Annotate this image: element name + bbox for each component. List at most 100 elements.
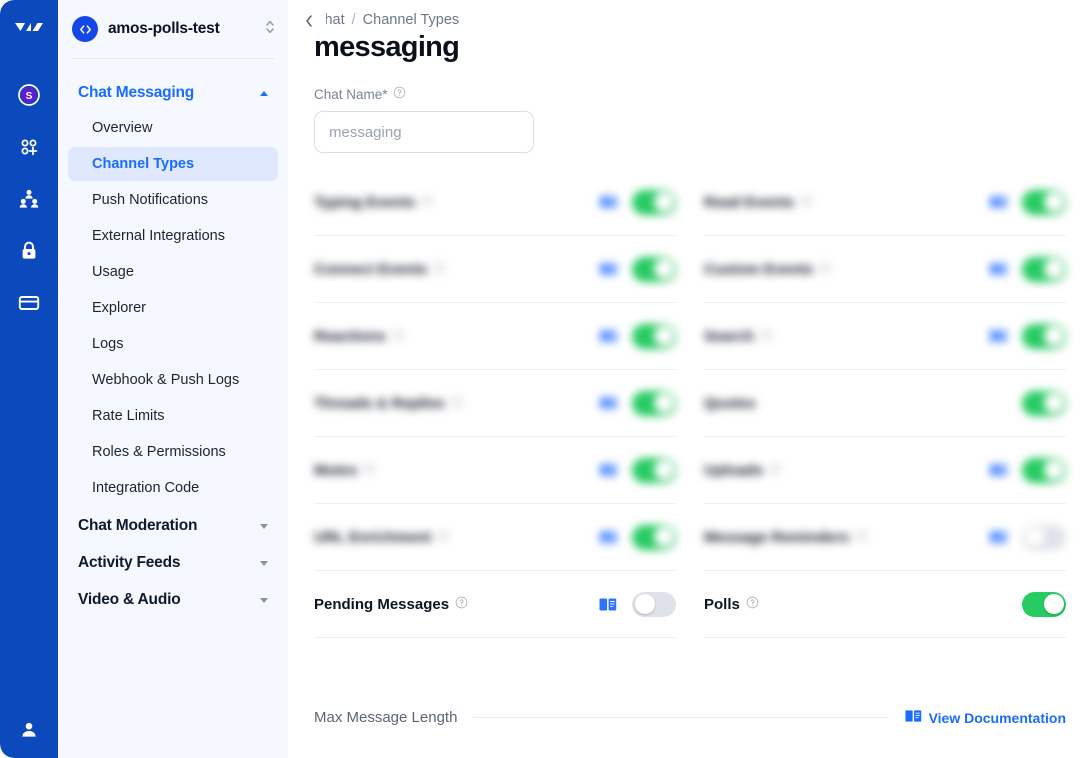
help-circle-icon[interactable] [437,529,449,546]
sidebar-item-roles-permissions[interactable]: Roles & Permissions [68,435,278,469]
setting-toggle[interactable] [632,591,676,617]
setting-label-text: Polls [704,595,740,613]
docs-book-icon[interactable] [598,597,618,612]
setting-toggle[interactable] [1022,189,1066,215]
setting-label: Read Events [704,194,988,211]
docs-book-icon[interactable] [598,463,618,477]
help-circle-icon[interactable] [455,596,468,613]
help-circle-icon[interactable] [392,328,404,345]
docs-book-icon[interactable] [988,262,1008,276]
credit-card-icon[interactable] [14,288,44,318]
sidebar-group-chat-messaging[interactable]: Chat Messaging [68,77,278,109]
setting-row-threads-replies[interactable]: Threads & Replies [314,370,676,437]
setting-toggle[interactable] [632,524,676,550]
sidebar-group-chat-moderation[interactable]: Chat Moderation [68,510,278,542]
user-avatar-icon[interactable] [14,714,44,744]
sidebar-group-label: Chat Messaging [78,84,195,101]
sidebar-item-integration-code[interactable]: Integration Code [68,471,278,505]
help-circle-icon[interactable] [800,194,812,211]
sidebar-item-external-integrations[interactable]: External Integrations [68,219,278,253]
setting-row-typing-events[interactable]: Typing Events [314,169,676,236]
page-title: messaging [314,31,460,63]
max-message-length-label: Max Message Length [314,709,458,726]
setting-row-pending-messages[interactable]: Pending Messages [314,571,676,638]
stream-logo-icon[interactable] [0,0,58,58]
sidebar-item-webhook-push-logs[interactable]: Webhook & Push Logs [68,363,278,397]
lock-icon[interactable] [14,236,44,266]
help-circle-icon[interactable] [819,261,831,278]
help-circle-icon[interactable] [451,395,463,412]
setting-row-polls[interactable]: Polls [704,571,1066,638]
docs-book-icon[interactable] [598,329,618,343]
setting-row-custom-events[interactable]: Custom Events [704,236,1066,303]
setting-toggle[interactable] [632,390,676,416]
breadcrumb: Chat / Channel Types [314,12,1092,28]
setting-toggle[interactable] [1022,323,1066,349]
settings-body: Chat Name* Typing Events [288,64,1092,638]
setting-row-quotes[interactable]: Quotes [704,370,1066,437]
setting-toggle[interactable] [632,189,676,215]
sidebar-item-logs[interactable]: Logs [68,327,278,361]
sidebar-item-push-notifications[interactable]: Push Notifications [68,183,278,217]
help-circle-icon[interactable] [769,462,781,479]
setting-label: Typing Events [314,194,598,211]
sidebar-item-overview[interactable]: Overview [68,111,278,145]
sidebar-item-channel-types[interactable]: Channel Types [68,147,278,181]
setting-toggle[interactable] [632,256,676,282]
sidebar-item-explorer[interactable]: Explorer [68,291,278,325]
chat-name-input[interactable] [314,111,534,153]
sidebar-item-usage[interactable]: Usage [68,255,278,289]
team-members-icon[interactable] [14,184,44,214]
docs-book-icon [905,709,922,726]
caret-up-icon [260,90,268,96]
view-documentation-link[interactable]: View Documentation [905,709,1066,726]
docs-book-icon[interactable] [598,262,618,276]
page-header: Chat / Channel Types messaging [288,0,1092,64]
sidebar-item-rate-limits[interactable]: Rate Limits [68,399,278,433]
setting-toggle[interactable] [632,323,676,349]
setting-toggle[interactable] [1022,524,1066,550]
sidebar-group-video-audio[interactable]: Video & Audio [68,584,278,616]
docs-book-icon[interactable] [598,195,618,209]
docs-book-icon[interactable] [988,329,1008,343]
stream-badge-icon[interactable]: S [14,80,44,110]
setting-row-url-enrichment[interactable]: URL Enrichment [314,504,676,571]
help-circle-icon[interactable] [433,261,445,278]
help-circle-icon[interactable] [855,529,867,546]
docs-book-icon[interactable] [988,530,1008,544]
help-circle-icon[interactable] [393,86,406,102]
docs-book-icon[interactable] [598,530,618,544]
setting-toggle[interactable] [1022,256,1066,282]
setting-row-mutes[interactable]: Mutes [314,437,676,504]
breadcrumb-separator: / [351,12,356,28]
view-documentation-label: View Documentation [928,709,1066,726]
setting-label: Quotes [704,394,756,412]
help-circle-icon[interactable] [421,194,433,211]
help-circle-icon[interactable] [746,596,759,613]
docs-book-icon[interactable] [988,463,1008,477]
setting-row-uploads[interactable]: Uploads [704,437,1066,504]
sidebar-group-activity-feeds[interactable]: Activity Feeds [68,547,278,579]
help-circle-icon[interactable] [760,328,772,345]
setting-row-connect-events[interactable]: Connect Events [314,236,676,303]
sidebar-group-label: Activity Feeds [78,554,181,571]
org-switcher[interactable]: amos-polls-test [58,0,288,58]
apps-add-icon[interactable] [14,132,44,162]
setting-row-read-events[interactable]: Read Events [704,169,1066,236]
docs-book-icon[interactable] [598,396,618,410]
docs-book-icon[interactable] [988,195,1008,209]
setting-toggle[interactable] [1022,591,1066,617]
setting-row-message-reminders[interactable]: Message Reminders [704,504,1066,571]
setting-toggle[interactable] [632,457,676,483]
breadcrumb-current[interactable]: Channel Types [363,12,459,28]
setting-row-search[interactable]: Search [704,303,1066,370]
code-brackets-icon [72,16,98,42]
setting-toggle[interactable] [1022,457,1066,483]
main-content: Chat / Channel Types messaging Chat Name… [288,0,1092,758]
help-circle-icon[interactable] [363,462,375,479]
setting-toggle[interactable] [1022,390,1066,416]
chevron-up-down-icon[interactable] [264,18,276,41]
back-button[interactable] [292,2,326,40]
setting-label: Connect Events [314,261,598,278]
setting-row-reactions[interactable]: Reactions [314,303,676,370]
